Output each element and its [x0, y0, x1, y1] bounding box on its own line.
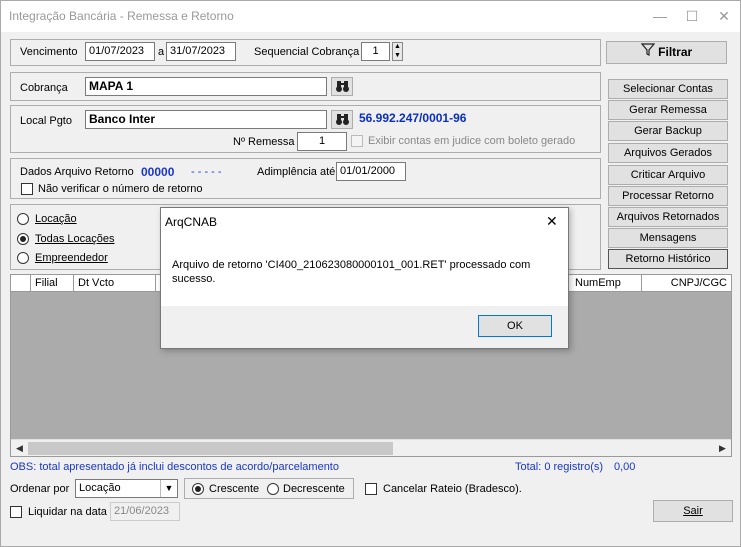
obs-text: OBS: total apresentado já inclui descont… — [10, 461, 339, 473]
sequencial-input[interactable]: 1 — [361, 42, 390, 61]
sequencial-spinner[interactable]: ▲ ▼ — [392, 42, 403, 61]
total-value: 0,00 — [614, 461, 636, 473]
funnel-icon — [640, 42, 656, 63]
local-pgto-input[interactable]: Banco Inter — [85, 110, 327, 129]
retorno-group: Dados Arquivo Retorno 00000 - - - - - Ad… — [10, 158, 601, 199]
sequencial-label: Sequencial Cobrança — [254, 46, 360, 58]
adimplencia-input[interactable]: 01/01/2000 — [336, 162, 406, 181]
col-dt-vcto[interactable]: Dt Vcto — [74, 275, 156, 292]
spin-up-icon[interactable]: ▲ — [394, 43, 401, 51]
cobranca-label: Cobrança — [20, 82, 68, 94]
minimize-button[interactable]: — — [646, 4, 674, 28]
local-search-button[interactable] — [331, 110, 353, 129]
col-numemp[interactable]: NumEmp — [571, 275, 642, 292]
scroll-thumb[interactable] — [28, 442, 393, 455]
adimplencia-label: Adimplência até — [257, 166, 336, 178]
close-button[interactable]: ✕ — [710, 4, 738, 28]
liquidar-checkbox[interactable] — [10, 506, 22, 518]
remessa-label: Nº Remessa — [233, 136, 295, 148]
mensagens-button[interactable]: Mensagens — [608, 228, 728, 248]
col-filial[interactable]: Filial — [31, 275, 74, 292]
nao-verificar-checkbox[interactable] — [21, 183, 33, 195]
crescente-radio[interactable] — [192, 483, 204, 495]
date-from-input[interactable]: 01/07/2023 — [85, 42, 155, 61]
title-bar: Integração Bancária - Remessa e Retorno … — [1, 1, 740, 32]
main-window: Integração Bancária - Remessa e Retorno … — [0, 0, 741, 547]
ordenar-label: Ordenar por — [10, 483, 70, 495]
scroll-right-icon[interactable]: ▶ — [714, 440, 731, 457]
nao-verificar-label: Não verificar o número de retorno — [38, 183, 203, 195]
cobranca-input[interactable]: MAPA 1 — [85, 77, 327, 96]
gerar-backup-button[interactable]: Gerar Backup — [608, 121, 728, 141]
cancelar-rateio-checkbox[interactable] — [365, 483, 377, 495]
retorno-historico-button[interactable]: Retorno Histórico — [608, 249, 728, 269]
remessa-input[interactable]: 1 — [297, 132, 347, 151]
decrescente-label: Decrescente — [283, 483, 345, 495]
filtrar-label: Filtrar — [658, 45, 693, 59]
processar-retorno-button[interactable]: Processar Retorno — [608, 186, 728, 206]
total-count: Total: 0 registro(s) — [515, 461, 604, 473]
crescente-label: Crescente — [209, 483, 260, 495]
row-selector-header — [11, 275, 31, 292]
cnpj-text: 56.992.247/0001-96 — [359, 111, 467, 125]
locacao-radio[interactable] — [17, 213, 29, 225]
binoculars-icon — [335, 80, 350, 96]
local-pgto-group: Local Pgto Banco Inter 56.992.247/0001-9… — [10, 105, 601, 153]
spin-down-icon[interactable]: ▼ — [394, 52, 401, 60]
ok-button[interactable]: OK — [478, 315, 552, 337]
scroll-left-icon[interactable]: ◀ — [11, 440, 28, 457]
date-separator: a — [158, 46, 165, 58]
dropdown-arrow-icon[interactable]: ▼ — [160, 480, 177, 497]
dialog-title: ArqCNAB — [165, 215, 218, 229]
arquivos-gerados-button[interactable]: Arquivos Gerados — [608, 143, 728, 163]
gerar-remessa-button[interactable]: Gerar Remessa — [608, 100, 728, 120]
todas-locacoes-label: Todas Locações — [35, 233, 115, 245]
liquidar-label: Liquidar na data — [28, 506, 107, 518]
empreendedor-label: Empreendedor — [35, 252, 108, 264]
binoculars-icon — [335, 113, 350, 129]
dialog-close-icon[interactable]: ✕ — [546, 213, 558, 230]
exibir-checkbox[interactable] — [351, 135, 363, 147]
window-title: Integração Bancária - Remessa e Retorno — [9, 9, 234, 23]
cobranca-group: Cobrança MAPA 1 — [10, 72, 601, 101]
dialog-title-bar: ArqCNAB ✕ — [161, 208, 568, 236]
sair-button[interactable]: Sair — [653, 500, 733, 522]
dialog-message: Arquivo de retorno 'CI400_21062308000010… — [172, 259, 531, 285]
empreendedor-radio[interactable] — [17, 252, 29, 264]
horizontal-scrollbar[interactable]: ◀ ▶ — [11, 439, 731, 456]
ordenar-select[interactable]: Locação ▼ — [75, 479, 178, 498]
liquidar-date-input[interactable]: 21/06/2023 — [110, 502, 180, 521]
vencimento-label: Vencimento — [20, 46, 78, 58]
retorno-dashes: - - - - - — [191, 166, 222, 178]
date-to-input[interactable]: 31/07/2023 — [166, 42, 236, 61]
locacao-label: Locação — [35, 213, 77, 225]
exibir-label: Exibir contas em judice com boleto gerad… — [368, 135, 576, 147]
filtrar-button[interactable]: Filtrar — [606, 41, 727, 64]
arquivos-retornados-button[interactable]: Arquivos Retornados — [608, 207, 728, 227]
cancelar-rateio-label: Cancelar Rateio (Bradesco). — [383, 483, 522, 495]
message-dialog: ArqCNAB ✕ Arquivo de retorno 'CI400_2106… — [160, 207, 569, 349]
vencimento-group: Vencimento 01/07/2023 a 31/07/2023 Seque… — [10, 39, 601, 66]
maximize-button[interactable]: ☐ — [678, 4, 706, 28]
decrescente-radio[interactable] — [267, 483, 279, 495]
local-pgto-label: Local Pgto — [20, 115, 72, 127]
todas-locacoes-radio[interactable] — [17, 233, 29, 245]
selecionar-contas-button[interactable]: Selecionar Contas — [608, 79, 728, 99]
cobranca-search-button[interactable] — [331, 77, 353, 96]
col-cnpj[interactable]: CNPJ/CGC — [642, 275, 731, 292]
retorno-value: 00000 — [141, 165, 175, 179]
ordem-group: Crescente Decrescente — [184, 478, 354, 499]
criticar-arquivo-button[interactable]: Criticar Arquivo — [608, 165, 728, 185]
ordenar-value: Locação — [79, 482, 121, 494]
dialog-body: Arquivo de retorno 'CI400_21062308000010… — [161, 236, 568, 306]
retorno-label: Dados Arquivo Retorno — [20, 166, 134, 178]
